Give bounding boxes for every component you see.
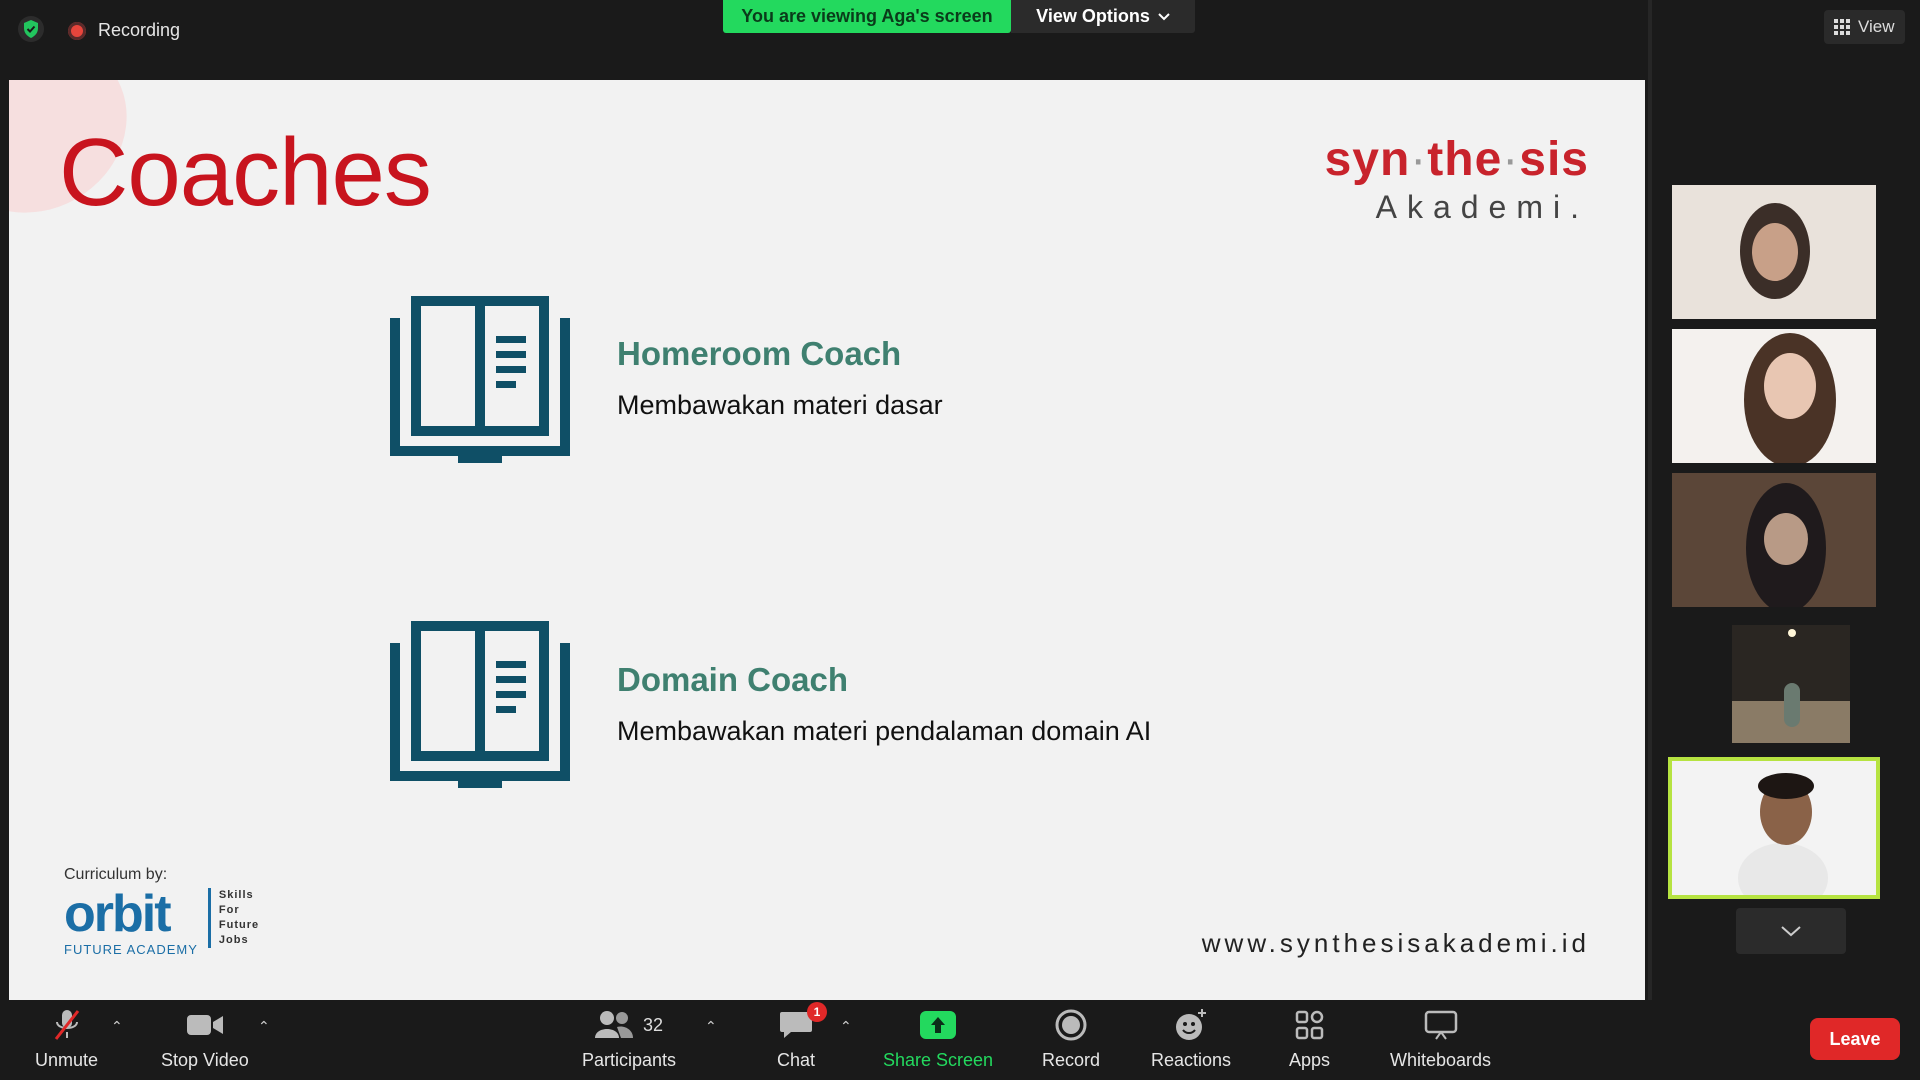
brand-part: the [1427,133,1503,186]
brand-wordmark: syn·the·sis [1324,133,1589,186]
audio-options-caret-icon[interactable]: ⌃ [111,1018,123,1035]
panel-splitter[interactable] [1648,0,1652,1000]
participant-silhouette [1784,683,1800,727]
brand-part: sis [1519,133,1589,186]
record-label: Record [1042,1050,1101,1070]
chat-button[interactable]: 1 Chat [777,1002,828,1071]
orbit-tagline: Skills For Future Jobs [207,888,260,948]
participant-shirt [1738,843,1828,895]
video-options-caret-icon[interactable]: ⌃ [258,1018,270,1035]
participants-count: 32 [643,1014,664,1035]
view-layout-button[interactable]: View [1824,10,1905,44]
participants-label: Participants [582,1050,677,1070]
tagline-line: Future [218,919,260,931]
participant-face [1764,353,1816,419]
participant-face [1752,223,1798,281]
tagline-line: Jobs [218,934,249,946]
meeting-top-bar: Recording You are viewing Aga's screen V… [0,0,1920,80]
share-screen-icon [920,1011,957,1039]
record-icon [1055,1009,1087,1041]
street-light [1788,629,1796,637]
reactions-label: Reactions [1151,1050,1232,1070]
view-label: View [1858,17,1895,36]
meeting-toolbar: Unmute ⌃ Stop Video ⌃ 32 Participants ⌃ … [0,1000,1920,1080]
record-button[interactable]: Record [1042,1008,1100,1071]
brand-subtitle: Akademi. [1375,189,1589,225]
leave-meeting-button[interactable]: Leave [1810,1018,1900,1060]
microphone-muted-icon [54,1010,79,1040]
view-options-label: View Options [1036,6,1150,26]
tagline-line: Skills [218,889,254,901]
participant-face [1764,513,1808,565]
chat-label: Chat [777,1050,816,1070]
participant-hair [1758,773,1814,799]
coach-name: Homeroom Coach [617,335,902,372]
share-screen-label: Share Screen [883,1050,994,1070]
security-shield-icon[interactable] [18,16,44,42]
chevron-down-icon [1158,12,1170,20]
chat-options-caret-icon[interactable]: ⌃ [840,1018,852,1035]
apps-label: Apps [1289,1050,1331,1070]
view-options-button[interactable]: View Options [1011,0,1195,33]
apps-icon [1295,1010,1323,1040]
apps-button[interactable]: Apps [1289,1008,1330,1071]
brand-part: syn [1324,133,1411,186]
open-book-icon [390,296,570,463]
orbit-wordmark: orbit [64,885,172,943]
gallery-scroll-down-button[interactable] [1736,908,1846,954]
viewing-screen-banner: You are viewing Aga's screen [723,0,1011,33]
coach-description: Membawakan materi pendalaman domain AI [617,716,1152,746]
participants-button[interactable]: 32 Participants [582,1008,676,1071]
coach-name: Domain Coach [617,661,849,698]
whiteboards-label: Whiteboards [1390,1050,1492,1070]
recording-dot-icon [68,21,86,40]
video-camera-icon [186,1015,223,1035]
reactions-button[interactable]: Reactions [1151,1008,1231,1071]
website-url: www.synthesisakademi.id [1201,928,1590,958]
open-book-icon [390,621,570,788]
orbit-subtitle: FUTURE ACADEMY [64,942,198,957]
unmute-label: Unmute [35,1050,99,1070]
reactions-smiley-icon [1176,1009,1207,1040]
whiteboards-button[interactable]: Whiteboards [1390,1008,1491,1071]
chat-unread-badge: 1 [807,1002,828,1022]
participant-video-tile[interactable] [1672,473,1876,607]
active-speaker-video-tile[interactable] [1668,757,1880,899]
orbit-future-academy-logo: orbit FUTURE ACADEMY Skills For Future J… [64,888,259,957]
coach-description: Membawakan materi dasar [617,390,943,420]
shared-screen-slide: Coaches syn·the·sis Akademi. Homeroom Co… [9,80,1645,1000]
tagline-line: For [218,904,240,916]
recording-label: Recording [98,20,181,40]
synthesis-akademi-logo: syn·the·sis Akademi. [1325,132,1589,226]
whiteboard-icon [1424,1010,1457,1040]
participant-video-tile[interactable] [1732,625,1850,743]
participants-options-caret-icon[interactable]: ⌃ [705,1018,717,1035]
stop-video-label: Stop Video [161,1050,249,1070]
participant-video-tile[interactable] [1672,329,1876,463]
grid-icon [1834,19,1850,35]
share-screen-button[interactable]: Share Screen [883,1008,993,1071]
participant-video-tile[interactable] [1672,185,1876,319]
participants-icon [595,1011,633,1038]
curriculum-label: Curriculum by: [64,866,168,883]
recording-indicator[interactable]: Recording [68,20,180,41]
stop-video-button[interactable]: Stop Video [161,1008,249,1071]
slide-title: Coaches [59,119,432,226]
chevron-down-icon [1781,926,1801,937]
unmute-button[interactable]: Unmute [35,1008,98,1071]
